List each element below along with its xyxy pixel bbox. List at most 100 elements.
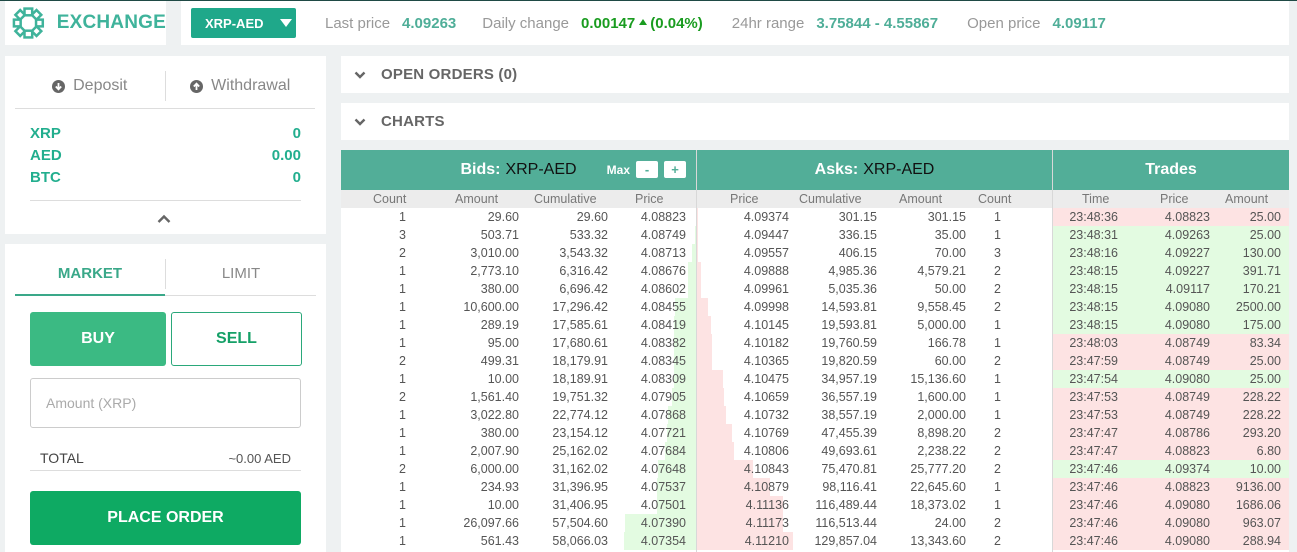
tab-limit[interactable]: LIMIT <box>166 252 316 295</box>
bid-row[interactable]: 1 95.00 17,680.61 4.08382 <box>341 334 696 352</box>
trade-price: 4.09080 <box>1164 318 1210 332</box>
ask-count: 1 <box>994 336 1001 350</box>
charts-title: CHARTS <box>381 113 445 130</box>
bid-row[interactable]: 2 3,010.00 3,543.32 4.08713 <box>341 244 696 262</box>
bid-amount: 499.31 <box>480 354 519 368</box>
trade-price: 4.09117 <box>1165 282 1210 296</box>
open-price-value: 4.09117 <box>1052 14 1106 32</box>
zoom-in-button[interactable]: + <box>664 161 686 178</box>
bid-row[interactable]: 1 26,097.66 57,504.60 4.07390 <box>341 514 696 532</box>
trade-price: 4.09227 <box>1164 246 1210 260</box>
amount-input[interactable] <box>30 378 301 428</box>
ask-amount: 1,600.00 <box>917 390 966 404</box>
ask-row[interactable]: 4.11136 116,489.44 18,373.02 1 <box>697 496 1052 514</box>
bid-row[interactable]: 1 289.19 17,585.61 4.08419 <box>341 316 696 334</box>
range-value: 3.75844 - 4.55867 <box>816 14 939 32</box>
ask-cumulative: 116,513.44 <box>815 516 877 530</box>
bids-title: Bids: <box>460 161 501 178</box>
ask-count: 1 <box>994 498 1001 512</box>
bid-row[interactable]: 2 499.31 18,179.91 4.08345 <box>341 352 696 370</box>
ask-row[interactable]: 4.10182 19,760.59 166.78 1 <box>697 334 1052 352</box>
ask-row[interactable]: 4.09374 301.15 301.15 1 <box>697 208 1052 226</box>
bid-row[interactable]: 1 234.93 31,396.95 4.07537 <box>341 478 696 496</box>
bid-row[interactable]: 2 1,561.40 19,751.32 4.07905 <box>341 388 696 406</box>
balance-amount: 0.00 <box>271 147 301 164</box>
ask-price: 4.10732 <box>743 408 789 422</box>
ask-row[interactable]: 4.11173 116,513.44 24.00 2 <box>697 514 1052 532</box>
tab-market[interactable]: MARKET <box>15 252 165 296</box>
trade-row: 23:48:15 4.09227 391.71 <box>1053 262 1289 280</box>
sell-button[interactable]: SELL <box>171 312 302 366</box>
max-label: Max <box>606 162 630 177</box>
ask-row[interactable]: 4.09888 4,985.36 4,579.21 2 <box>697 262 1052 280</box>
deposit-button[interactable]: Deposit <box>15 68 165 104</box>
withdrawal-button[interactable]: Withdrawal <box>166 68 316 104</box>
bid-cumulative: 31,396.95 <box>552 480 608 494</box>
buy-button[interactable]: BUY <box>30 312 166 366</box>
bid-amount: 289.19 <box>480 318 519 332</box>
asks-col-price: Price <box>730 192 759 206</box>
ask-row[interactable]: 4.10732 38,557.19 2,000.00 1 <box>697 406 1052 424</box>
bid-cumulative: 19,751.32 <box>552 390 608 404</box>
trade-price: 4.09080 <box>1164 498 1210 512</box>
ask-count: 1 <box>994 408 1001 422</box>
ask-amount: 4,579.21 <box>917 264 966 278</box>
ask-amount: 25,777.20 <box>910 462 966 476</box>
ask-row[interactable]: 4.10843 75,470.81 25,777.20 2 <box>697 460 1052 478</box>
bid-price: 4.07905 <box>640 390 686 404</box>
ask-row[interactable]: 4.11210 129,857.04 13,343.60 2 <box>697 532 1052 550</box>
brand-logo[interactable]: EXCHANGE <box>5 1 166 45</box>
ask-cumulative: 36,557.19 <box>821 390 877 404</box>
charts-section-toggle[interactable]: CHARTS <box>341 103 1289 140</box>
bid-row[interactable]: 1 10.00 18,189.91 4.08309 <box>341 370 696 388</box>
chevron-up-icon[interactable] <box>157 212 171 226</box>
bid-row[interactable]: 1 380.00 23,154.12 4.07721 <box>341 424 696 442</box>
ask-price: 4.10365 <box>743 354 789 368</box>
bid-amount: 2,773.10 <box>470 264 519 278</box>
trade-amount: 25.00 <box>1249 372 1281 386</box>
bid-cumulative: 57,504.60 <box>552 516 608 530</box>
ask-row[interactable]: 4.10659 36,557.19 1,600.00 1 <box>697 388 1052 406</box>
trade-time: 23:48:31 <box>1069 228 1118 242</box>
total-row: TOTAL ~0.00 AED <box>30 446 301 471</box>
place-order-button[interactable]: PLACE ORDER <box>30 491 301 545</box>
asks-col-count: Count <box>978 192 1012 206</box>
daily-change-stat: Daily change 0.00147 (0.04%) <box>482 15 702 32</box>
open-orders-section-toggle[interactable]: OPEN ORDERS (0) <box>341 56 1289 93</box>
open-orders-title: OPEN ORDERS (0) <box>381 66 518 83</box>
bid-row[interactable]: 1 3,022.80 22,774.12 4.07868 <box>341 406 696 424</box>
bid-cumulative: 17,585.61 <box>552 318 608 332</box>
ask-row[interactable]: 4.10475 34,957.19 15,136.60 1 <box>697 370 1052 388</box>
bid-price: 4.07721 <box>640 426 686 440</box>
ask-row[interactable]: 4.10806 49,693.61 2,238.22 2 <box>697 442 1052 460</box>
bid-row[interactable]: 3 503.71 533.32 4.08749 <box>341 226 696 244</box>
bid-cumulative: 18,189.91 <box>552 372 608 386</box>
ask-row[interactable]: 4.09447 336.15 35.00 1 <box>697 226 1052 244</box>
trade-amount: 175.00 <box>1242 318 1281 332</box>
bid-row[interactable]: 1 29.60 29.60 4.08823 <box>341 208 696 226</box>
ask-cumulative: 5,035.36 <box>828 282 877 296</box>
trade-price: 4.09080 <box>1164 534 1210 548</box>
ask-row[interactable]: 4.10879 98,116.41 22,645.60 1 <box>697 478 1052 496</box>
ask-row[interactable]: 4.10145 19,593.81 5,000.00 1 <box>697 316 1052 334</box>
bid-row[interactable]: 1 2,773.10 6,316.42 4.08676 <box>341 262 696 280</box>
pair-selector-dropdown[interactable]: XRP-AED <box>191 8 296 38</box>
bid-row[interactable]: 1 10.00 31,406.95 4.07501 <box>341 496 696 514</box>
ask-count: 2 <box>994 516 1001 530</box>
ask-row[interactable]: 4.10769 47,455.39 8,898.20 2 <box>697 424 1052 442</box>
bid-row[interactable]: 1 2,007.90 25,162.02 4.07684 <box>341 442 696 460</box>
ask-row[interactable]: 4.09557 406.15 70.00 3 <box>697 244 1052 262</box>
ask-row[interactable]: 4.09961 5,035.36 50.00 2 <box>697 280 1052 298</box>
ask-row[interactable]: 4.10365 19,820.59 60.00 2 <box>697 352 1052 370</box>
bid-row[interactable]: 2 6,000.00 31,162.02 4.07648 <box>341 460 696 478</box>
bid-amount: 10.00 <box>487 498 519 512</box>
bid-row[interactable]: 1 380.00 6,696.42 4.08602 <box>341 280 696 298</box>
ask-row[interactable]: 4.09998 14,593.81 9,558.45 2 <box>697 298 1052 316</box>
bid-row[interactable]: 1 10,600.00 17,296.42 4.08455 <box>341 298 696 316</box>
asks-pair: XRP-AED <box>863 161 935 178</box>
bid-amount: 95.00 <box>487 336 519 350</box>
zoom-out-button[interactable]: - <box>636 161 658 178</box>
trade-row: 23:48:15 4.09117 170.21 <box>1053 280 1289 298</box>
bid-row[interactable]: 1 561.43 58,066.03 4.07354 <box>341 532 696 550</box>
order-form: MARKET LIMIT BUY SELL TOTAL ~0.00 AED PL… <box>5 244 326 552</box>
